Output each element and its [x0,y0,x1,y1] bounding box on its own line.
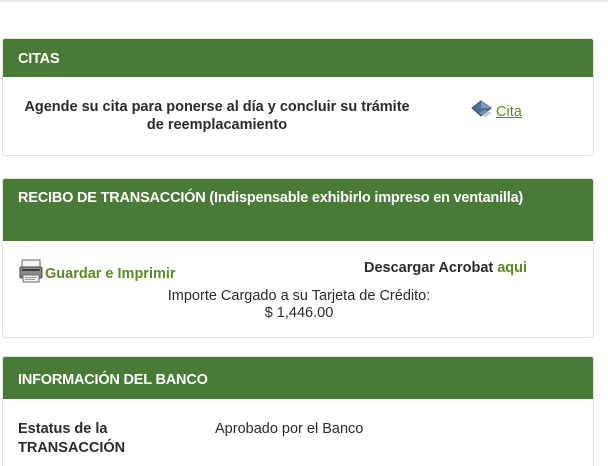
citas-panel: CITAS Agende su cita para ponerse al día… [2,38,594,156]
acrobat-link[interactable]: aqui [497,260,527,276]
citas-description: Agende su cita para ponerse al día y con… [24,99,410,133]
status-value: Aprobado por el Banco [215,421,364,437]
calendar-diamond-icon [471,100,493,123]
printer-icon [19,259,43,288]
cita-link-label[interactable]: Cita [496,104,522,120]
recibo-panel: RECIBO DE TRANSACCIÓN (Indispensable exh… [2,178,594,338]
banco-header: INFORMACIÓN DEL BANCO [3,357,593,399]
top-divider [0,0,608,2]
citas-header: CITAS [3,39,593,77]
status-label: Estatus de la TRANSACCIÓN [18,421,126,456]
acrobat-text: Descargar Acrobat [364,260,494,276]
save-print-label[interactable]: Guardar e Imprimir [45,266,176,282]
recibo-header: RECIBO DE TRANSACCIÓN (Indispensable exh… [3,179,593,241]
page: CITAS Agende su cita para ponerse al día… [0,0,608,466]
banco-panel: INFORMACIÓN DEL BANCO Estatus de la TRAN… [2,356,594,466]
importe-block: Importe Cargado a su Tarjeta de Crédito:… [3,288,593,322]
importe-label: Importe Cargado a su Tarjeta de Crédito: [167,288,431,304]
importe-value: $ 1,446.00 [264,305,334,321]
cita-link[interactable]: Cita [471,100,522,123]
acrobat-download: Descargar Acrobat aqui [364,260,527,276]
save-print-button[interactable]: Guardar e Imprimir [19,259,176,288]
